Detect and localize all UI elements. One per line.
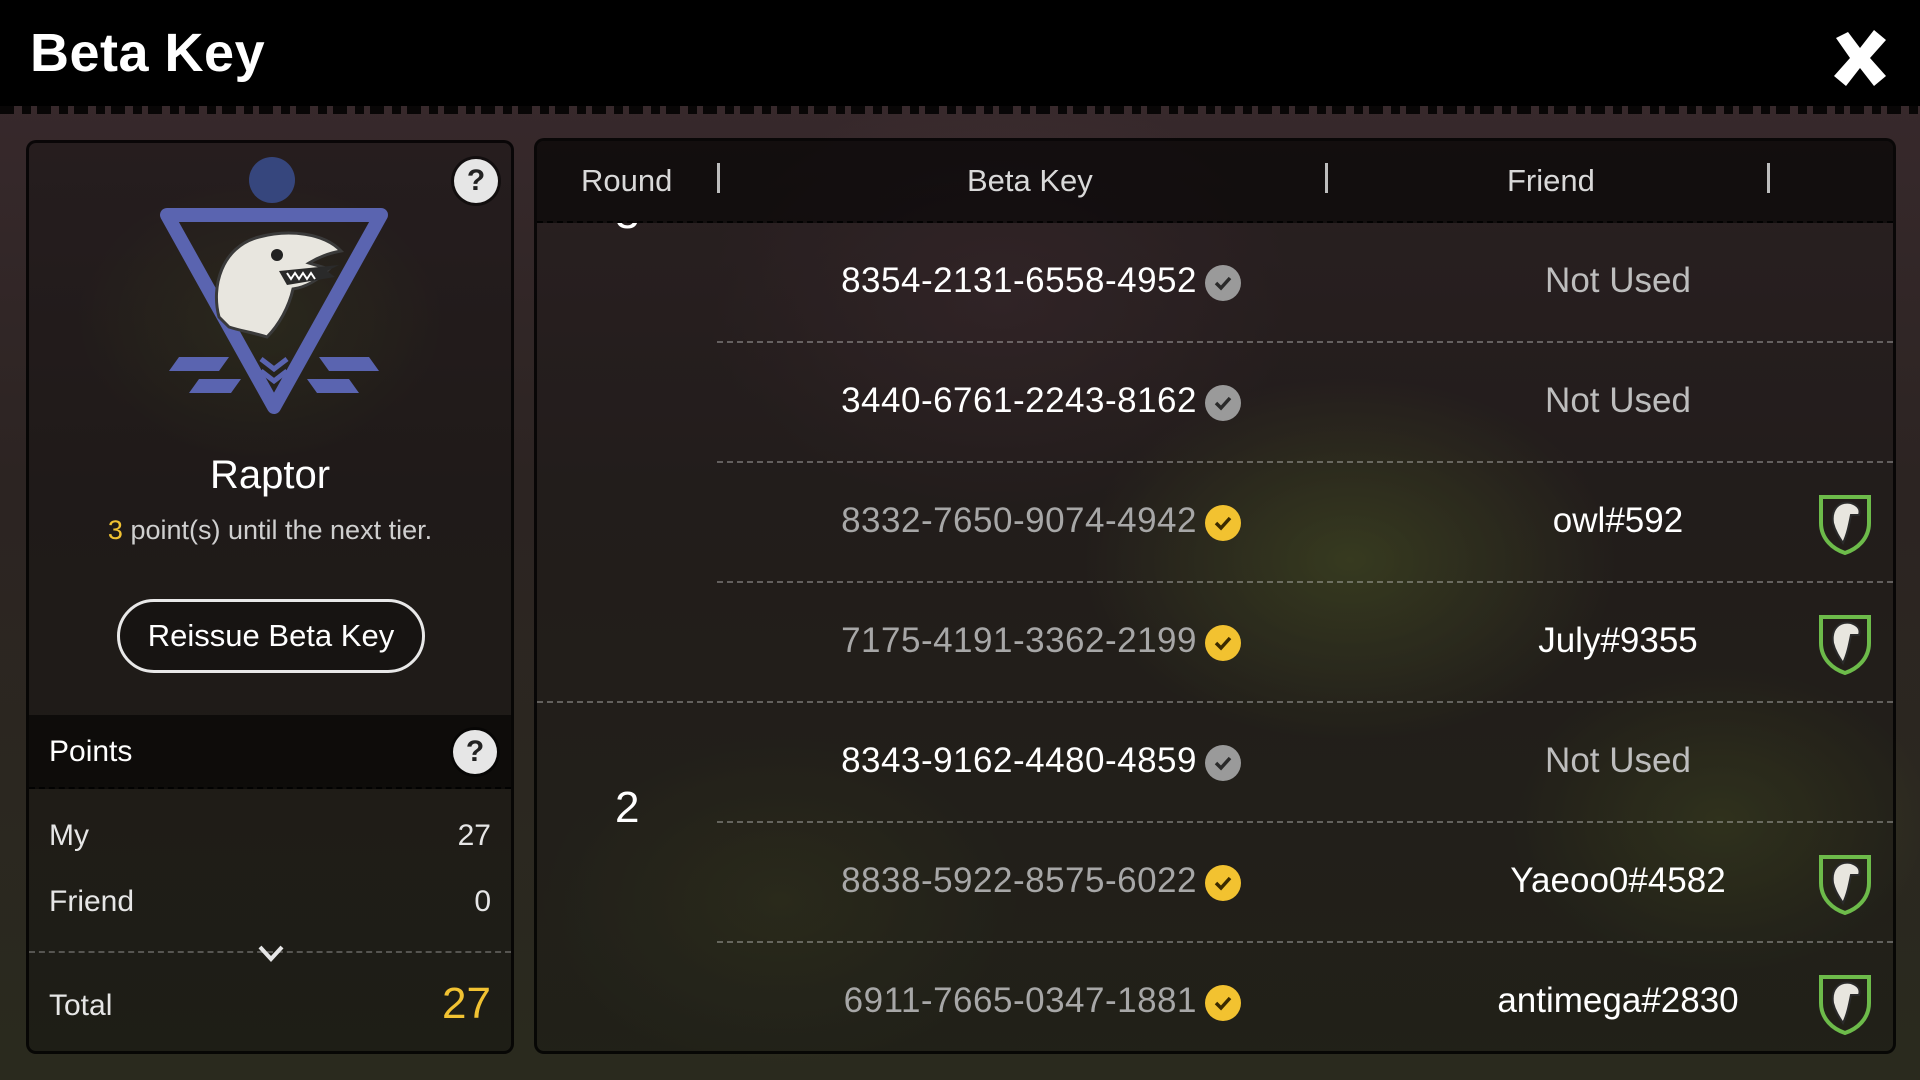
points-header-label: Points bbox=[49, 735, 133, 768]
beta-key-value: 6911-7665-0347-1881 bbox=[843, 981, 1197, 1020]
raptor-badge-icon bbox=[1819, 855, 1871, 915]
tier-name: Raptor bbox=[209, 453, 331, 497]
table-row[interactable]: 7175-4191-3362-2199 July#9355 bbox=[537, 583, 1893, 703]
check-icon bbox=[1205, 505, 1241, 541]
table-row[interactable]: 3440-6761-2243-8162 Not Used bbox=[717, 343, 1893, 463]
beta-key-value: 8354-2131-6558-4952 bbox=[841, 261, 1197, 300]
raptor-badge-icon bbox=[1819, 615, 1871, 675]
column-separator bbox=[1325, 163, 1328, 193]
friend-value: Not Used bbox=[1545, 261, 1691, 300]
column-header-round: Round bbox=[581, 163, 673, 198]
points-row-value: 27 bbox=[457, 819, 491, 852]
tier-panel: ? Raptor 3 point(s) until the next tier.… bbox=[26, 140, 514, 1054]
check-icon bbox=[1205, 745, 1241, 781]
column-header-friend: Friend bbox=[1507, 163, 1595, 198]
points-row-friend: Friend 0 bbox=[49, 885, 491, 919]
points-total-value: 27 bbox=[442, 979, 491, 1028]
table-row[interactable]: 8343-9162-4480-4859 Not Used bbox=[717, 703, 1893, 823]
beta-key-table: Round Beta Key Friend 3 8354-2131-6558-4… bbox=[534, 138, 1896, 1054]
tier-progress-text: 3 point(s) until the next tier. bbox=[29, 515, 511, 546]
column-separator bbox=[717, 163, 720, 193]
beta-key-value: 8332-7650-9074-4942 bbox=[841, 501, 1197, 540]
raptor-badge-icon bbox=[1819, 495, 1871, 555]
points-help-button[interactable]: ? bbox=[453, 730, 497, 774]
table-header: Round Beta Key Friend bbox=[537, 141, 1893, 223]
beta-key-value: 8838-5922-8575-6022 bbox=[841, 861, 1197, 900]
round-label-partial: 3 bbox=[615, 223, 639, 231]
points-row-value: 0 bbox=[474, 885, 491, 918]
points-row-label: My bbox=[49, 819, 89, 852]
table-row[interactable]: 6911-7665-0347-1881 antimega#2830 bbox=[717, 943, 1893, 1051]
points-header: Points ? bbox=[29, 715, 511, 789]
check-icon bbox=[1205, 625, 1241, 661]
points-suffix: point(s) until the next tier. bbox=[130, 515, 433, 545]
raptor-emblem-icon bbox=[160, 208, 388, 414]
friend-value: Yaeoo0#4582 bbox=[1510, 861, 1726, 900]
friend-value: owl#592 bbox=[1552, 501, 1684, 540]
check-icon bbox=[1205, 385, 1241, 421]
torn-edge bbox=[0, 100, 1920, 114]
beta-key-value: 8343-9162-4480-4859 bbox=[841, 741, 1197, 780]
table-row[interactable]: 8332-7650-9074-4942 owl#592 bbox=[717, 463, 1893, 583]
column-header-beta-key: Beta Key bbox=[967, 163, 1093, 198]
check-icon bbox=[1205, 865, 1241, 901]
beta-key-value: 3440-6761-2243-8162 bbox=[841, 381, 1197, 420]
points-total: Total 27 bbox=[49, 979, 491, 1028]
table-row[interactable]: 8838-5922-8575-6022 Yaeoo0#4582 bbox=[717, 823, 1893, 943]
points-total-label: Total bbox=[49, 989, 113, 1022]
points-row-label: Friend bbox=[49, 885, 135, 918]
points-needed: 3 bbox=[107, 515, 123, 545]
chevron-down-icon[interactable] bbox=[257, 943, 285, 963]
round-label: 2 bbox=[615, 783, 640, 832]
check-icon bbox=[1205, 985, 1241, 1021]
close-icon[interactable] bbox=[1828, 26, 1892, 90]
reissue-beta-key-button[interactable]: Reissue Beta Key bbox=[117, 599, 425, 673]
top-bar: Beta Key bbox=[0, 0, 1920, 106]
friend-value: Not Used bbox=[1545, 381, 1691, 420]
raptor-badge-icon bbox=[1819, 975, 1871, 1035]
page-title: Beta Key bbox=[30, 23, 266, 83]
table-body[interactable]: 3 8354-2131-6558-4952 Not Used 3440-6761… bbox=[537, 223, 1893, 1051]
table-row[interactable]: 8354-2131-6558-4952 Not Used bbox=[717, 223, 1893, 343]
tier-help-button[interactable]: ? bbox=[454, 159, 498, 203]
tier-indicator-dot bbox=[249, 157, 295, 203]
friend-value: Not Used bbox=[1545, 741, 1691, 780]
points-row-my: My 27 bbox=[49, 819, 491, 853]
friend-value: July#9355 bbox=[1538, 621, 1698, 660]
beta-key-value: 7175-4191-3362-2199 bbox=[841, 621, 1197, 660]
column-separator bbox=[1767, 163, 1770, 193]
friend-value: antimega#2830 bbox=[1497, 981, 1739, 1020]
check-icon bbox=[1205, 265, 1241, 301]
